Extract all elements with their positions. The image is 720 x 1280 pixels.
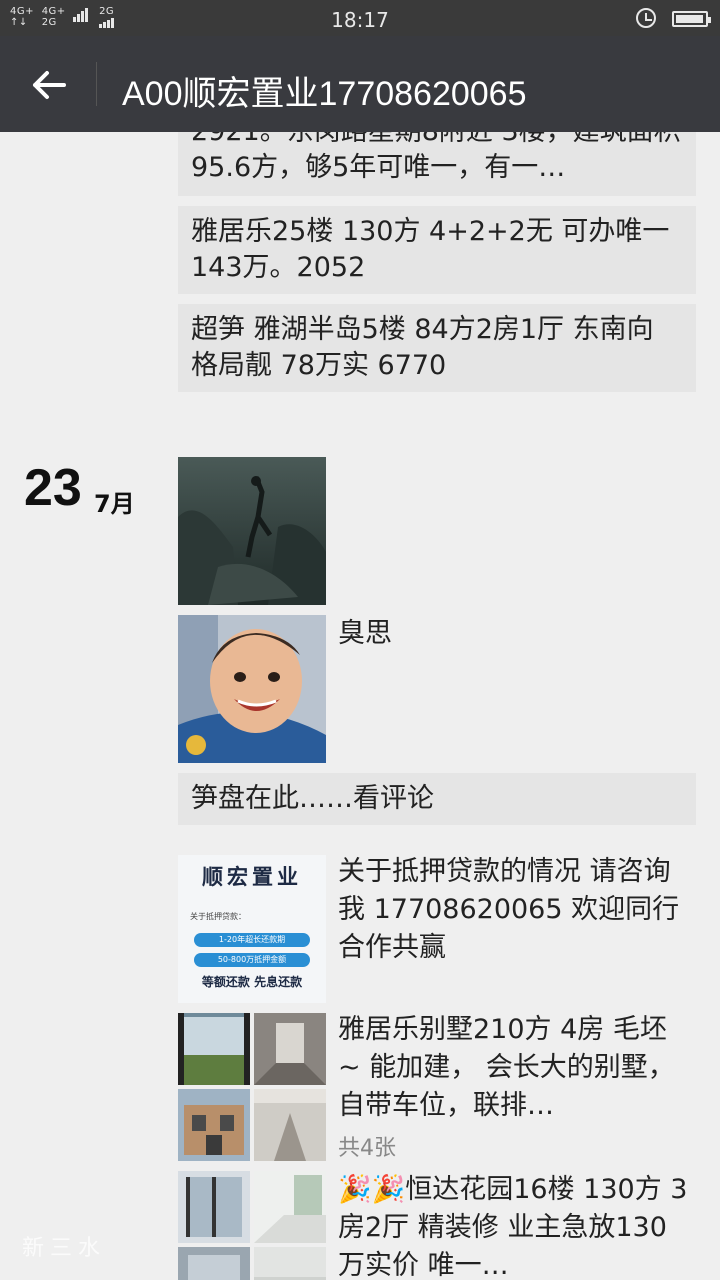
- post-caption: 🎉🎉恒达花园16楼 130方 3房2厅 精装修 业主急放130万实价 唯一…: [338, 1174, 688, 1280]
- post-text-card[interactable]: 超笋 雅湖半岛5楼 84方2房1厅 东南向 格局靓 78万实 6770: [178, 304, 696, 392]
- watermark: 新三水: [22, 1236, 107, 1261]
- post-caption: 臭思: [338, 618, 392, 649]
- alarm-clock-icon: [636, 8, 656, 28]
- post-text-card[interactable]: 2921。东岗路星期8附近 3楼，建筑面积95.6方，够5年可唯一，有一…: [178, 132, 696, 196]
- grid-photo: [254, 1247, 326, 1280]
- post-text-card[interactable]: 笋盘在此……看评论: [178, 773, 696, 825]
- ad-poster: 顺宏置业 关于抵押贷款： 1-20年超长还款期 50-800万抵押金额 等额还款…: [178, 855, 326, 1003]
- post-text: 雅居乐25楼 130方 4+2+2无 可办唯一 143万。2052: [191, 216, 670, 283]
- grid-photo: [254, 1089, 326, 1161]
- underwater-photo: [178, 457, 326, 605]
- post-photo[interactable]: [178, 457, 326, 605]
- post-photo[interactable]: 顺宏置业 关于抵押贷款： 1-20年超长还款期 50-800万抵押金额 等额还款…: [178, 855, 326, 1003]
- ad-band: 1-20年超长还款期: [194, 933, 310, 947]
- back-arrow-icon: [33, 71, 66, 99]
- ad-band: 50-800万抵押金额: [194, 953, 310, 967]
- grid-photo: [254, 1171, 326, 1243]
- page-title: A00顺宏置业17708620065: [122, 75, 527, 113]
- post-photo[interactable]: [178, 615, 326, 763]
- post-text: 笋盘在此……看评论: [191, 783, 434, 814]
- grid-photo: [178, 1089, 250, 1161]
- ad-title: 顺宏置业: [202, 865, 302, 889]
- grid-photo: [178, 1171, 250, 1243]
- date-day: 23: [24, 459, 82, 517]
- ad-footer: 等额还款 先息还款: [201, 975, 303, 989]
- title-bar: A00顺宏置业17708620065: [0, 36, 720, 132]
- ad-line: 关于抵押贷款：: [190, 912, 246, 921]
- battery-icon: [672, 11, 711, 27]
- photo-grid[interactable]: [178, 1013, 326, 1161]
- grid-photo: [178, 1247, 250, 1280]
- post-text-card[interactable]: 雅居乐25楼 130方 4+2+2无 可办唯一 143万。2052: [178, 206, 696, 294]
- post-text: 2921。东岗路星期8附近 3楼，建筑面积95.6方，够5年可唯一，有一…: [191, 132, 681, 183]
- post-caption: 关于抵押贷款的情况 请咨询我 17708620065 欢迎同行合作共赢: [338, 856, 680, 963]
- clock: 18:17: [331, 8, 389, 32]
- moments-feed[interactable]: 2921。东岗路星期8附近 3楼，建筑面积95.6方，够5年可唯一，有一… 雅居…: [0, 132, 720, 1280]
- grid-photo: [178, 1013, 250, 1085]
- battery-level: [676, 15, 703, 23]
- back-button[interactable]: [20, 58, 76, 110]
- photo-count: 共4张: [338, 1136, 396, 1161]
- photo-grid[interactable]: [178, 1171, 326, 1280]
- post-text: 超笋 雅湖半岛5楼 84方2房1厅 东南向 格局靓 78万实 6770: [191, 314, 654, 381]
- status-bar: 4G+ ↑↓ 4G+ 2G 2G 18:17: [0, 0, 720, 36]
- title-divider: [96, 62, 97, 106]
- grid-photo: [254, 1013, 326, 1085]
- post-caption: 雅居乐别墅210方 4房 毛坯 ~ 能加建， 会长大的别墅， 自带车位，联排…: [338, 1014, 675, 1121]
- child-photo: [178, 615, 326, 763]
- date-month: 7月: [94, 490, 135, 518]
